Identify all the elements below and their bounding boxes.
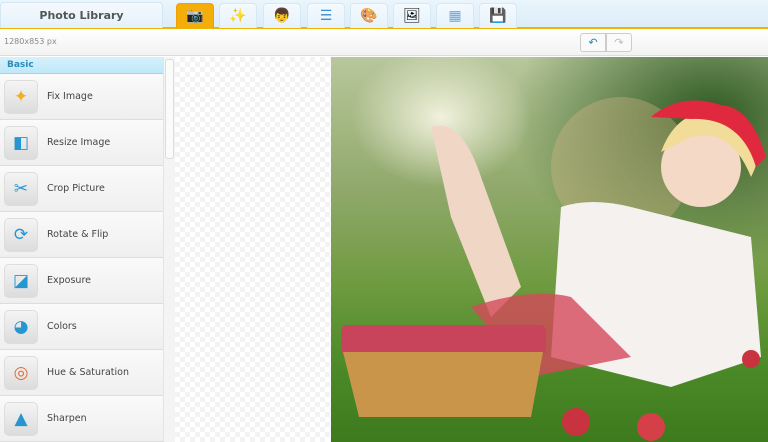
image-dimensions: 1280x853 px bbox=[4, 37, 57, 46]
tool-sidebar: Basic ✦ Fix Image ◧ Resize Image ✂ Crop Pic… bbox=[0, 57, 163, 442]
tab-texture[interactable]: ▦ bbox=[436, 3, 474, 28]
undo-button[interactable]: ↶ bbox=[580, 33, 606, 52]
tab-camera[interactable]: 📷 bbox=[176, 3, 214, 28]
texture-icon: ▦ bbox=[448, 8, 462, 24]
tool-label: Fix Image bbox=[47, 91, 93, 102]
redo-button[interactable]: ↷ bbox=[606, 33, 632, 52]
sharpen-icon: ▲ bbox=[4, 401, 38, 436]
stars-icon: ✦ bbox=[4, 79, 38, 114]
tool-label: Crop Picture bbox=[47, 183, 105, 194]
tab-portrait[interactable]: 👦 bbox=[263, 3, 301, 28]
resize-icon: ◧ bbox=[4, 125, 38, 160]
tool-label: Hue & Saturation bbox=[47, 367, 129, 378]
section-header-basic[interactable]: Basic bbox=[0, 57, 163, 74]
portrait-icon: 👦 bbox=[273, 8, 291, 24]
tool-label: Rotate & Flip bbox=[47, 229, 109, 240]
save-icon: 💾 bbox=[489, 8, 507, 24]
photo-illustration bbox=[341, 97, 766, 441]
tool-label: Sharpen bbox=[47, 413, 87, 424]
toolbar: 1280x853 px ↶ ↷ bbox=[0, 29, 768, 56]
tool-sharpen[interactable]: ▲ Sharpen bbox=[0, 396, 163, 442]
frame-icon: 🖼 bbox=[403, 8, 421, 24]
tab-frame[interactable]: 🖼 bbox=[393, 3, 431, 28]
tool-fix-image[interactable]: ✦ Fix Image bbox=[0, 74, 163, 120]
tool-crop-picture[interactable]: ✂ Crop Picture bbox=[0, 166, 163, 212]
paint-palette-icon: 🎨 bbox=[360, 8, 378, 24]
undo-icon: ↶ bbox=[588, 36, 598, 49]
tool-rotate-flip[interactable]: ⟳ Rotate & Flip bbox=[0, 212, 163, 258]
sidebar-scrollbar[interactable] bbox=[163, 57, 175, 442]
scrollbar-thumb[interactable] bbox=[165, 59, 174, 159]
palette-icon: ◕ bbox=[4, 309, 38, 344]
exposure-icon: ◪ bbox=[4, 263, 38, 298]
scissors-icon: ✂ bbox=[4, 171, 38, 206]
tab-save[interactable]: 💾 bbox=[479, 3, 517, 28]
rotate-icon: ⟳ bbox=[4, 217, 38, 252]
tab-paint[interactable]: 🎨 bbox=[350, 3, 388, 28]
tab-magic-wand[interactable]: ✨ bbox=[219, 3, 257, 28]
tool-exposure[interactable]: ◪ Exposure bbox=[0, 258, 163, 304]
tool-hue-saturation[interactable]: ◎ Hue & Saturation bbox=[0, 350, 163, 396]
tool-label: Colors bbox=[47, 321, 77, 332]
photo-canvas[interactable] bbox=[331, 57, 768, 442]
top-tab-bar: Photo Library 📷 ✨ 👦 ☰ 🎨 🖼 ▦ 💾 bbox=[0, 0, 768, 29]
color-wheel-icon: ◎ bbox=[4, 355, 38, 390]
magic-wand-icon: ✨ bbox=[229, 8, 247, 24]
transparent-canvas-area bbox=[175, 57, 331, 442]
tool-label: Resize Image bbox=[47, 137, 111, 148]
tool-colors[interactable]: ◕ Colors bbox=[0, 304, 163, 350]
camera-icon: 📷 bbox=[186, 8, 204, 24]
tab-layers[interactable]: ☰ bbox=[307, 3, 345, 28]
tool-resize-image[interactable]: ◧ Resize Image bbox=[0, 120, 163, 166]
layers-icon: ☰ bbox=[319, 8, 333, 24]
tab-photo-library[interactable]: Photo Library bbox=[0, 2, 163, 28]
redo-icon: ↷ bbox=[614, 36, 624, 49]
tool-label: Exposure bbox=[47, 275, 91, 286]
